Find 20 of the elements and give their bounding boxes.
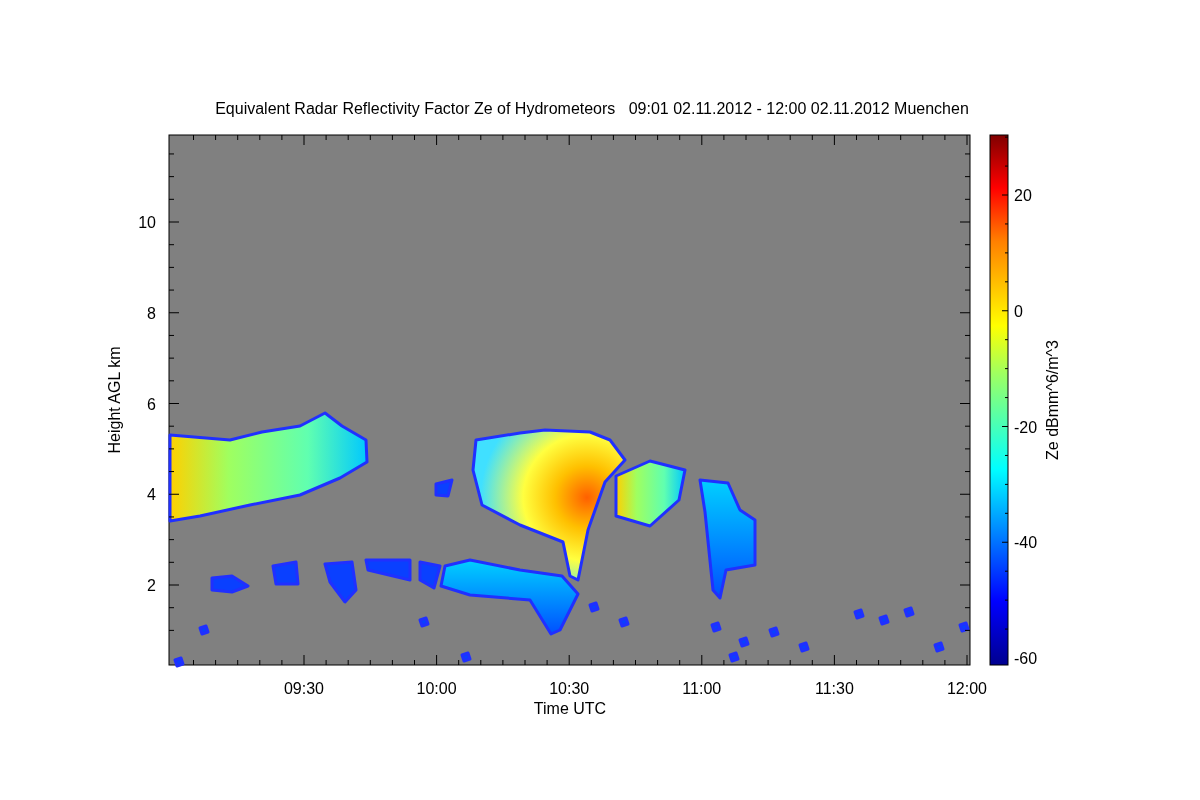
color-scale-label: 0 — [1014, 302, 1023, 320]
x-tick-label: 11:30 — [814, 680, 854, 697]
y-tick-label: 10 — [138, 214, 156, 231]
x-axis-label: Time UTC — [533, 700, 607, 717]
x-tick-label: 12:00 — [947, 680, 987, 697]
y-tick-label: 4 — [147, 486, 156, 504]
y-tick-label: 6 — [147, 395, 156, 413]
x-tick-label: 10:00 — [416, 680, 457, 697]
color-scale-label: 20 — [1014, 187, 1032, 204]
y-axis-label: Height AGL km — [106, 346, 123, 454]
color-scale-label: -40 — [1014, 534, 1038, 552]
y-tick-label: 2 — [147, 577, 156, 594]
x-tick-label: 10:30 — [549, 680, 590, 697]
color-scale-label: -20 — [1014, 418, 1038, 436]
chart-title: Equivalent Radar Reflectivity Factor Ze of Hydrometeors 09:01 02.11.2012 - 12:00 02.11.2012 Muenchen — [215, 100, 969, 117]
x-tick-label: 11:00 — [682, 680, 722, 697]
y-tick-label: 8 — [147, 304, 156, 322]
x-tick-label: 09:30 — [284, 680, 324, 697]
color-scale-label: -60 — [1014, 650, 1038, 667]
color-scale-title: Ze dBmm^6/m^3 — [1044, 340, 1061, 460]
